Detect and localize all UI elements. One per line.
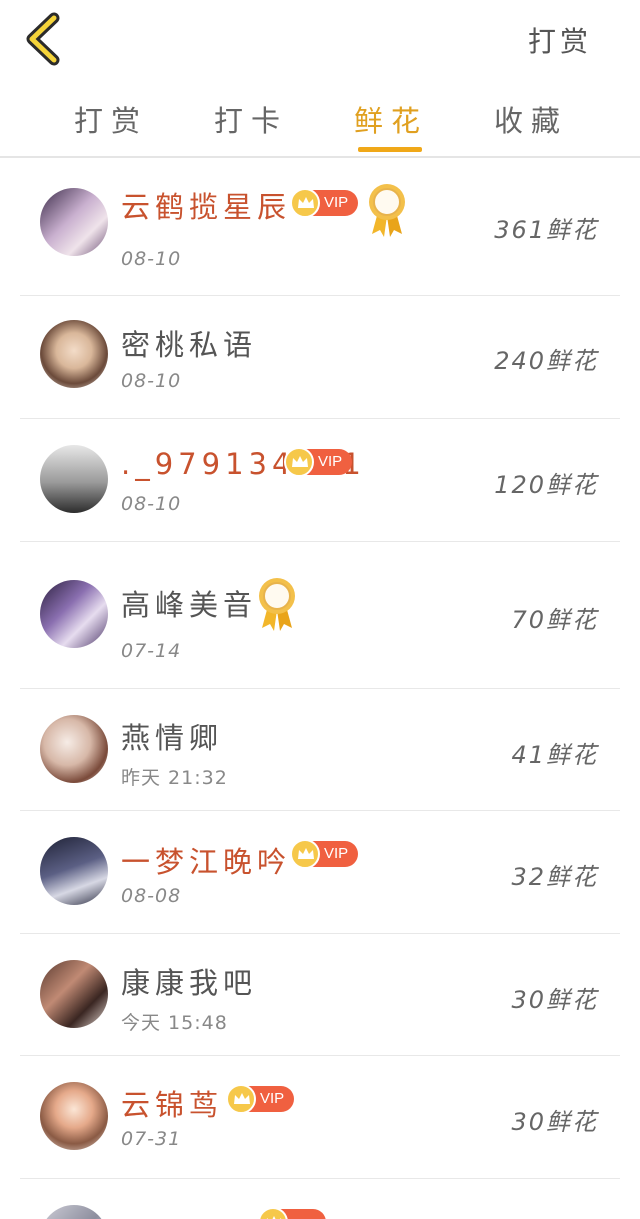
active-tab-indicator [358,147,422,152]
flower-count: 361鲜花 [494,216,598,244]
vip-badge: VIP [290,188,358,218]
avatar [40,715,108,783]
date: 昨天 21:32 [121,767,228,789]
list-item[interactable]: 密桃私语 08-10 240鲜花 [20,296,620,419]
flower-count: 30鲜花 [511,1108,598,1136]
top-bar: 打赏 [0,0,640,80]
flower-count: 30鲜花 [511,986,598,1014]
avatar [40,960,108,1028]
date: 08-08 [121,885,182,907]
crown-icon [226,1084,256,1114]
avatar [40,320,108,388]
flower-count: 120鲜花 [494,471,598,499]
tab-favorites[interactable]: 收藏 [486,98,576,140]
list-item[interactable]: 云鹤揽星辰 VIP 08-10 361鲜花 [20,160,620,296]
list-item-partial[interactable] [20,1179,620,1219]
flower-count: 240鲜花 [494,347,598,375]
user-name: 燕情卿 [121,721,224,755]
list-item[interactable]: 燕情卿 昨天 21:32 41鲜花 [20,689,620,811]
reward-button[interactable]: 打赏 [528,20,592,60]
date: 今天 15:48 [121,1012,228,1034]
avatar [40,837,108,905]
vip-badge: VIP [226,1084,294,1114]
date: 08-10 [121,493,182,515]
date: 08-10 [121,370,182,392]
avatar [40,1205,108,1219]
crown-icon [290,188,320,218]
tab-bar: 打赏 打卡 鲜花 收藏 [0,90,640,158]
avatar [40,1082,108,1150]
date: 07-31 [121,1128,182,1150]
user-name: 密桃私语 [121,328,258,362]
user-name: 高峰美音 [121,588,258,622]
crown-icon [290,839,320,869]
flower-count: 32鲜花 [511,863,598,891]
user-name: 一梦江晚吟 [121,845,292,879]
user-name: 云鹤揽星辰 [121,190,292,224]
avatar [40,445,108,513]
vip-badge: VIP [284,447,352,477]
back-button[interactable] [22,12,66,66]
avatar [40,188,108,256]
tab-reward[interactable]: 打赏 [66,98,156,140]
date: 07-14 [121,640,182,662]
crown-icon [284,447,314,477]
list-item[interactable]: 云锦茑 VIP 07-31 30鲜花 [20,1056,620,1179]
vip-badge: VIP [290,839,358,869]
list-item[interactable]: 高峰美音 07-14 70鲜花 [20,542,620,689]
tab-flowers[interactable]: 鲜花 [346,98,436,140]
avatar [40,580,108,648]
list-item[interactable]: ._979134431 VIP 08-10 120鲜花 [20,419,620,542]
vip-badge [258,1207,326,1219]
list-item[interactable]: 康康我吧 今天 15:48 30鲜花 [20,934,620,1056]
user-name: 康康我吧 [121,966,258,1000]
date: 08-10 [121,248,182,270]
user-name: 云锦茑 [121,1088,224,1122]
tab-checkin[interactable]: 打卡 [206,98,296,140]
crown-icon [258,1207,288,1219]
medal-icon [256,576,298,632]
chevron-left-icon [26,12,60,66]
medal-icon [366,182,408,238]
flower-count: 41鲜花 [511,741,598,769]
flower-count: 70鲜花 [511,606,598,634]
list-item[interactable]: 一梦江晚吟 VIP 08-08 32鲜花 [20,811,620,934]
